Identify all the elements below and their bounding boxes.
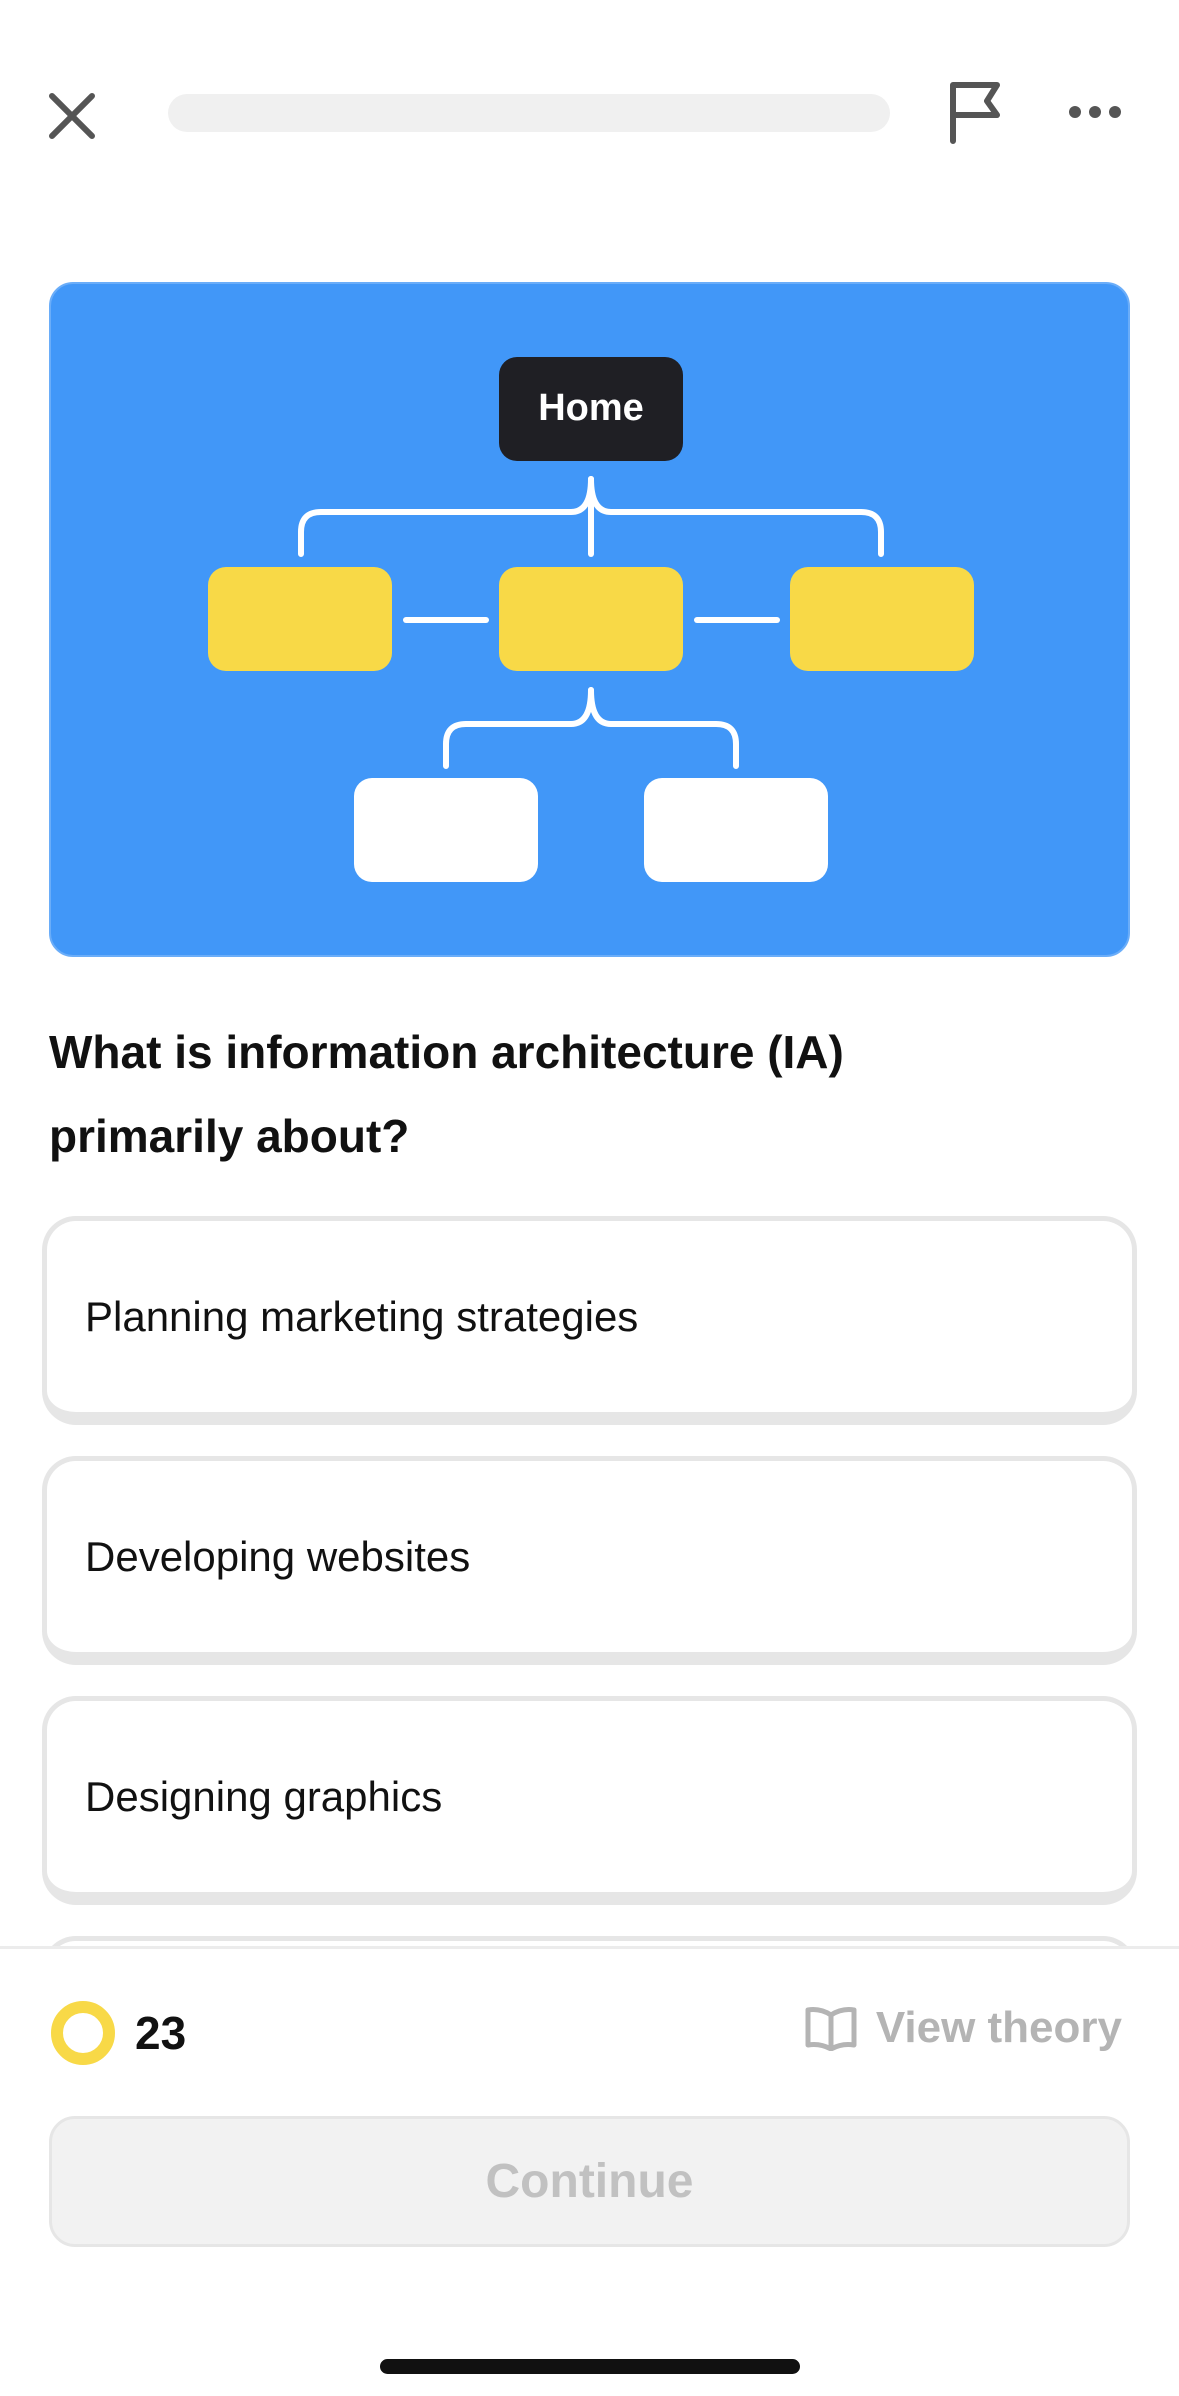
answer-option[interactable]: Planning marketing strategies xyxy=(42,1216,1137,1425)
flag-icon xyxy=(950,82,1000,144)
ia-hierarchy-illustration: Home xyxy=(49,282,1130,957)
level2-node-right xyxy=(644,778,828,882)
level1-node-right xyxy=(790,567,974,671)
more-icon xyxy=(1069,106,1121,118)
book-icon xyxy=(805,2007,857,2051)
view-theory-button[interactable]: View theory xyxy=(804,2003,1122,2053)
more-options-button[interactable] xyxy=(1055,72,1135,152)
answer-options: Planning marketing strategies Developing… xyxy=(42,1216,1137,2007)
root-node-label: Home xyxy=(538,387,644,429)
close-icon xyxy=(49,93,95,139)
close-button[interactable] xyxy=(46,76,98,156)
continue-button[interactable]: Continue xyxy=(49,2116,1130,2247)
view-theory-label: View theory xyxy=(875,2003,1122,2052)
top-bar xyxy=(0,0,1179,230)
streak-counter: 23 xyxy=(49,1999,186,2067)
question-text: What is information architecture (IA) pr… xyxy=(49,1026,844,1162)
level1-node-left xyxy=(208,567,392,671)
report-flag-button[interactable] xyxy=(935,72,1015,152)
streak-count: 23 xyxy=(135,2007,187,2059)
home-indicator xyxy=(380,2359,800,2374)
level1-node-middle xyxy=(499,567,683,671)
bottom-bar: 23 View theory Continue xyxy=(0,1946,1179,2396)
answer-option-label: Designing graphics xyxy=(85,1772,443,1820)
streak-ring-icon xyxy=(51,2001,115,2065)
answer-option[interactable]: Developing websites xyxy=(42,1456,1137,1665)
level2-node-left xyxy=(354,778,538,882)
lesson-progress-bar xyxy=(168,94,890,132)
answer-option-label: Developing websites xyxy=(85,1532,471,1580)
answer-option-label: Planning marketing strategies xyxy=(85,1292,639,1340)
answer-option[interactable]: Designing graphics xyxy=(42,1696,1137,1905)
